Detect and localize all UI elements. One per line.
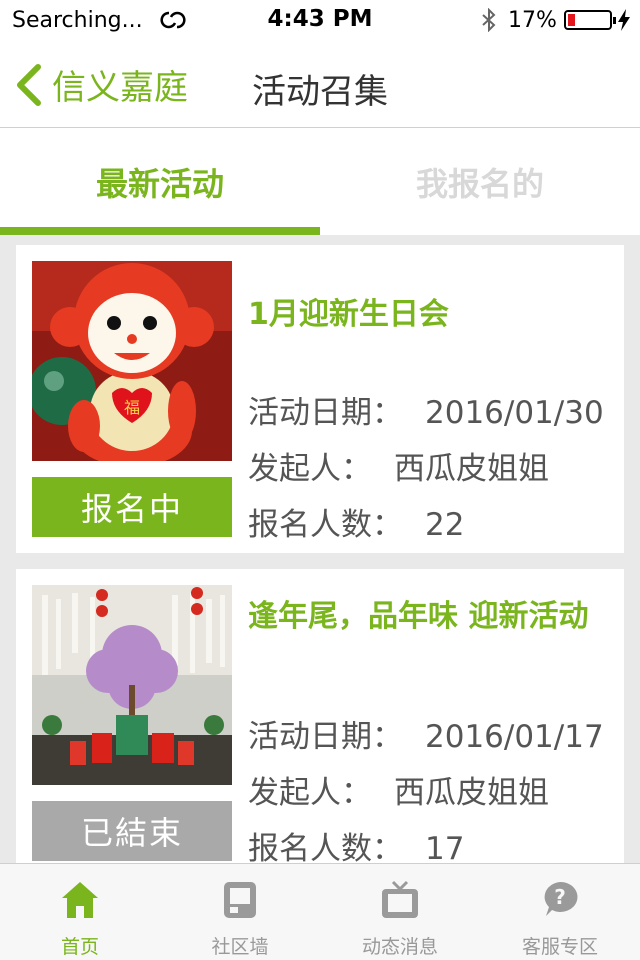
svg-text:?: ? <box>554 885 566 909</box>
event-count-row: 报名人数： 22 <box>248 499 464 544</box>
tabbar-label: 社区墙 <box>211 936 269 958</box>
event-count-row: 报名人数： 17 <box>248 823 464 863</box>
event-count-value: 22 <box>425 507 465 543</box>
event-organizer-row: 发起人： 西瓜皮姐姐 <box>248 767 549 812</box>
event-organizer-row: 发起人： 西瓜皮姐姐 <box>248 443 549 488</box>
tabbar-item-home[interactable]: 首页 <box>0 864 160 960</box>
tab-indicator <box>0 227 320 235</box>
event-count-label: 报名人数： <box>248 831 403 863</box>
event-image-monkey: 福 <box>32 261 232 461</box>
event-count-value: 17 <box>425 831 465 863</box>
tabbar-label: 首页 <box>60 936 99 958</box>
tab-latest-events[interactable]: 最新活动 <box>0 129 320 235</box>
tabbar-label: 动态消息 <box>361 936 438 958</box>
bluetooth-icon <box>482 8 496 32</box>
home-icon <box>62 882 98 918</box>
tab-strip: 最新活动 我报名的 <box>0 129 640 235</box>
status-bar: Searching... 4:43 PM 17% <box>0 0 640 40</box>
phone-icon <box>224 882 256 918</box>
help-icon: ? <box>544 881 578 916</box>
nav-bar: 信义嘉庭 活动召集 <box>0 40 640 128</box>
event-card[interactable]: 福 报名中 1月迎新生日会 活动日期： 2016/01/30 发起人： 西瓜皮姐姐 … <box>16 245 624 553</box>
event-date-label: 活动日期： <box>248 395 403 431</box>
event-organizer-label: 发起人： <box>248 775 372 811</box>
battery-icon <box>564 10 616 30</box>
chevron-left-icon <box>17 63 41 106</box>
tabbar-item-support[interactable]: ? 客服专区 <box>480 864 640 960</box>
event-count-label: 报名人数： <box>248 507 403 543</box>
tv-icon <box>382 880 418 918</box>
back-label: 信义嘉庭 <box>52 68 188 108</box>
bottom-tab-bar: 首页 社区墙 动态消息 ? 客服专区 <box>0 863 640 960</box>
page-title: 活动召集 <box>252 72 388 112</box>
event-title: 逢年尾，品年味 迎新活动 <box>248 599 589 634</box>
tabbar-label: 客服专区 <box>521 936 598 958</box>
event-image-decoration <box>32 585 232 785</box>
event-date-value: 2016/01/30 <box>425 395 604 431</box>
charging-bolt-icon <box>618 9 630 31</box>
event-card[interactable]: 已結束 逢年尾，品年味 迎新活动 活动日期： 2016/01/17 发起人： 西瓜皮… <box>16 569 624 863</box>
battery-percent: 17% <box>508 8 557 33</box>
event-date-label: 活动日期： <box>248 719 403 755</box>
svg-text:福: 福 <box>124 398 140 417</box>
event-organizer-label: 发起人： <box>248 451 372 487</box>
tab-my-signups[interactable]: 我报名的 <box>320 129 640 235</box>
event-date-row: 活动日期： 2016/01/17 <box>248 711 604 756</box>
event-status-open[interactable]: 报名中 <box>32 477 232 537</box>
tabbar-item-news[interactable]: 动态消息 <box>320 864 480 960</box>
event-date-value: 2016/01/17 <box>425 719 604 755</box>
tabbar-item-community-wall[interactable]: 社区墙 <box>160 864 320 960</box>
back-button[interactable]: 信义嘉庭 <box>14 60 188 109</box>
event-status-closed[interactable]: 已結束 <box>32 801 232 861</box>
event-organizer-value: 西瓜皮姐姐 <box>394 451 549 487</box>
battery-fill <box>568 14 575 26</box>
event-organizer-value: 西瓜皮姐姐 <box>394 775 549 811</box>
event-title: 1月迎新生日会 <box>248 297 449 332</box>
event-date-row: 活动日期： 2016/01/30 <box>248 387 604 432</box>
battery-nub <box>613 17 616 24</box>
event-list[interactable]: 福 报名中 1月迎新生日会 活动日期： 2016/01/30 发起人： 西瓜皮姐姐 … <box>0 235 640 863</box>
